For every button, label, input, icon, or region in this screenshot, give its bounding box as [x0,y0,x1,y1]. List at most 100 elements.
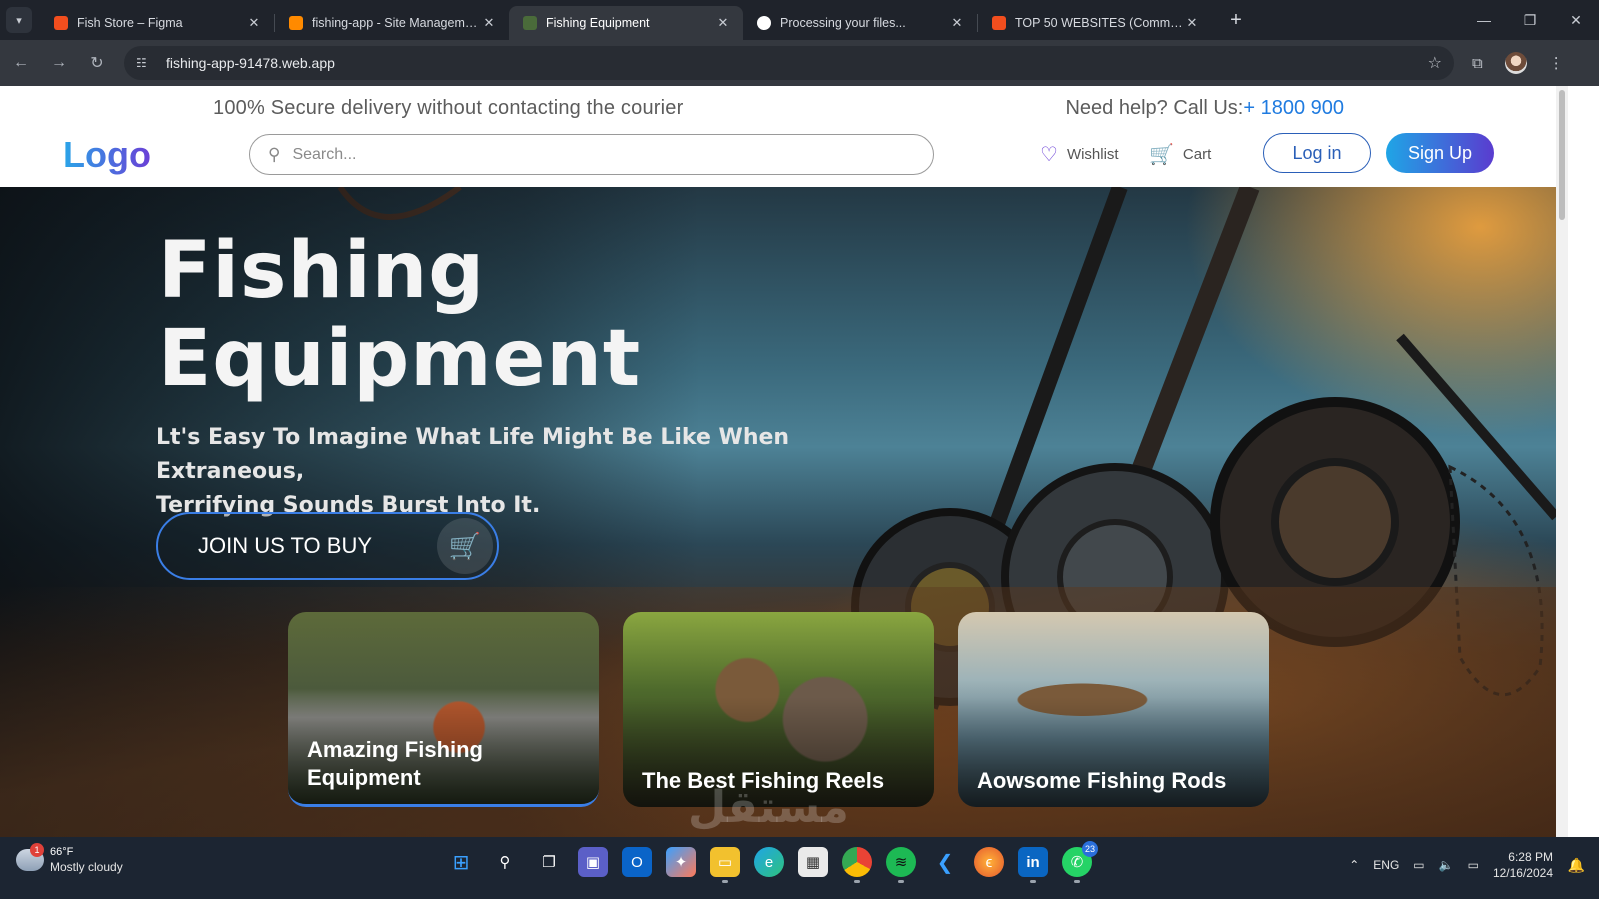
running-indicator [898,880,904,883]
tab-close-icon[interactable]: ✕ [715,15,731,31]
browser-menu-icon[interactable]: ⋮ [1549,54,1564,72]
running-indicator [722,880,728,883]
github-favicon-icon [757,16,771,30]
windows-taskbar: 1 66°F Mostly cloudy ⊞ ⚲ ❐ ▣ O ✦ ▭ e ▦ ≋… [0,837,1599,899]
back-arrow-icon[interactable]: ← [4,46,38,80]
battery-icon[interactable]: ▭ [1468,858,1479,872]
site-info-icon[interactable]: ☷ [136,56,154,70]
linkedin-icon[interactable]: in [1018,847,1048,883]
category-card-equipment[interactable]: Amazing Fishing Equipment [288,612,599,807]
cart-icon: 🛒 [437,518,493,574]
search-icon[interactable]: ⚲ [490,847,520,877]
weather-badge: 1 [30,842,44,857]
running-indicator [1074,880,1080,883]
browser-tab-bar: ▾ Fish Store – Figma ✕ fishing-app - Sit… [0,0,1599,40]
firefox-icon[interactable]: ϵ [974,847,1004,877]
tab-title: Fishing Equipment [546,16,650,30]
restore-icon[interactable]: ❐ [1507,0,1553,40]
display-icon[interactable]: ▭ [1413,858,1424,872]
forward-arrow-icon[interactable]: → [42,46,76,80]
tab-title: Processing your files... [780,16,906,30]
search-input[interactable] [292,145,893,164]
file-explorer-icon[interactable]: ▭ [710,847,740,883]
hero-title-line: Fishing [158,226,486,316]
join-us-button[interactable]: JOIN US TO BUY 🛒 [156,512,499,580]
wishlist-label: Wishlist [1066,146,1119,163]
heart-icon: ♡ [1040,144,1058,166]
vscode-icon[interactable]: ❮ [930,847,960,877]
search-box[interactable]: ⚲ [249,134,934,175]
chevron-up-icon[interactable]: ⌃ [1349,858,1359,872]
tab-close-icon[interactable]: ✕ [1184,15,1200,31]
outlook-icon[interactable]: O [622,847,652,877]
watermark-logo: مستقل [688,782,849,833]
window-controls: — ❐ ✕ [1461,0,1599,40]
profile-avatar[interactable] [1504,52,1527,74]
firebase-favicon-icon [289,16,303,30]
whatsapp-badge: 23 [1082,841,1098,857]
language-indicator[interactable]: ENG [1373,858,1399,872]
system-tray: ⌃ ENG ▭ 🔈 ▭ 6:28 PM 12/16/2024 [1349,849,1553,881]
cart-icon: 🛒 [1149,144,1174,166]
browser-tab[interactable]: fishing-app - Site Management ✕ [275,6,509,40]
category-card-reels[interactable]: The Best Fishing Reels [623,612,934,807]
hero-title-line: Equipment [158,314,642,404]
extensions-icon[interactable]: ⧉ [1472,55,1483,72]
clock[interactable]: 6:28 PM 12/16/2024 [1493,849,1553,881]
site-favicon-icon [523,16,537,30]
browser-toolbar-right: ⧉ ⋮ [1472,52,1564,74]
minimize-icon[interactable]: — [1461,0,1507,40]
cart-link[interactable]: 🛒 Cart [1149,142,1211,167]
spotify-icon[interactable]: ≋ [886,847,916,883]
tab-title: TOP 50 WEBSITES (Community) [1015,16,1184,30]
tab-close-icon[interactable]: ✕ [246,15,262,31]
help-line: Need help? Call Us:+ 1800 900 [1065,97,1344,120]
scrollbar-thumb[interactable] [1559,90,1565,220]
browser-tab[interactable]: Processing your files... ✕ [743,6,977,40]
login-button[interactable]: Log in [1263,133,1371,173]
edge-icon[interactable]: e [754,847,784,877]
category-card-rods[interactable]: Aowsome Fishing Rods [958,612,1269,807]
hero-subtitle-line: Lt's Easy To Imagine What Life Might Be … [156,425,790,484]
tab-close-icon[interactable]: ✕ [481,15,497,31]
volume-icon[interactable]: 🔈 [1439,858,1454,872]
running-indicator [854,880,860,883]
url-field[interactable]: ☷ fishing-app-91478.web.app ☆ [124,46,1454,80]
weather-widget[interactable]: 1 66°F Mostly cloudy [16,842,123,874]
close-window-icon[interactable]: ✕ [1553,0,1599,40]
browser-tab[interactable]: Fish Store – Figma ✕ [40,6,274,40]
browser-tab[interactable]: TOP 50 WEBSITES (Community) ✕ [978,6,1212,40]
site-logo[interactable]: Logo [63,134,151,176]
category-cards: Amazing Fishing Equipment The Best Fishi… [288,612,1269,807]
signup-button[interactable]: Sign Up [1386,133,1494,173]
notification-bell-icon[interactable]: 🔔 [1568,857,1585,874]
hero-title: Fishing Equipment [158,227,641,403]
url-text: fishing-app-91478.web.app [166,55,335,71]
store-icon[interactable]: ▦ [798,847,828,877]
delivery-notice: 100% Secure delivery without contacting … [213,97,684,119]
chrome-icon[interactable] [842,847,872,883]
web-page: 100% Secure delivery without contacting … [0,86,1556,837]
windows-start-icon[interactable]: ⊞ [446,847,476,877]
cart-label: Cart [1182,146,1212,163]
task-view-icon[interactable]: ❐ [534,847,564,877]
weather-condition: Mostly cloudy [50,860,123,874]
tab-close-icon[interactable]: ✕ [949,15,965,31]
new-tab-icon[interactable]: + [1224,9,1248,32]
whatsapp-icon[interactable]: ✆ 23 [1062,841,1098,883]
wishlist-link[interactable]: ♡ Wishlist [1040,142,1119,167]
teams-icon[interactable]: ▣ [578,847,608,877]
tab-search-button[interactable]: ▾ [6,7,32,33]
bookmark-star-icon[interactable]: ☆ [1428,53,1442,73]
copilot-icon[interactable]: ✦ [666,847,696,877]
hero-section: Fishing Equipment Lt's Easy To Imagine W… [0,187,1556,837]
browser-tab-active[interactable]: Fishing Equipment ✕ [509,6,743,40]
page-scrollbar[interactable] [1556,86,1568,837]
card-label: Amazing Fishing Equipment [307,737,483,790]
join-us-label: JOIN US TO BUY [198,533,373,558]
running-indicator [1030,880,1036,883]
search-icon: ⚲ [268,144,281,164]
phone-link[interactable]: + 1800 900 [1243,97,1344,119]
reload-icon[interactable]: ↻ [80,46,114,80]
page-margin [1568,86,1599,837]
